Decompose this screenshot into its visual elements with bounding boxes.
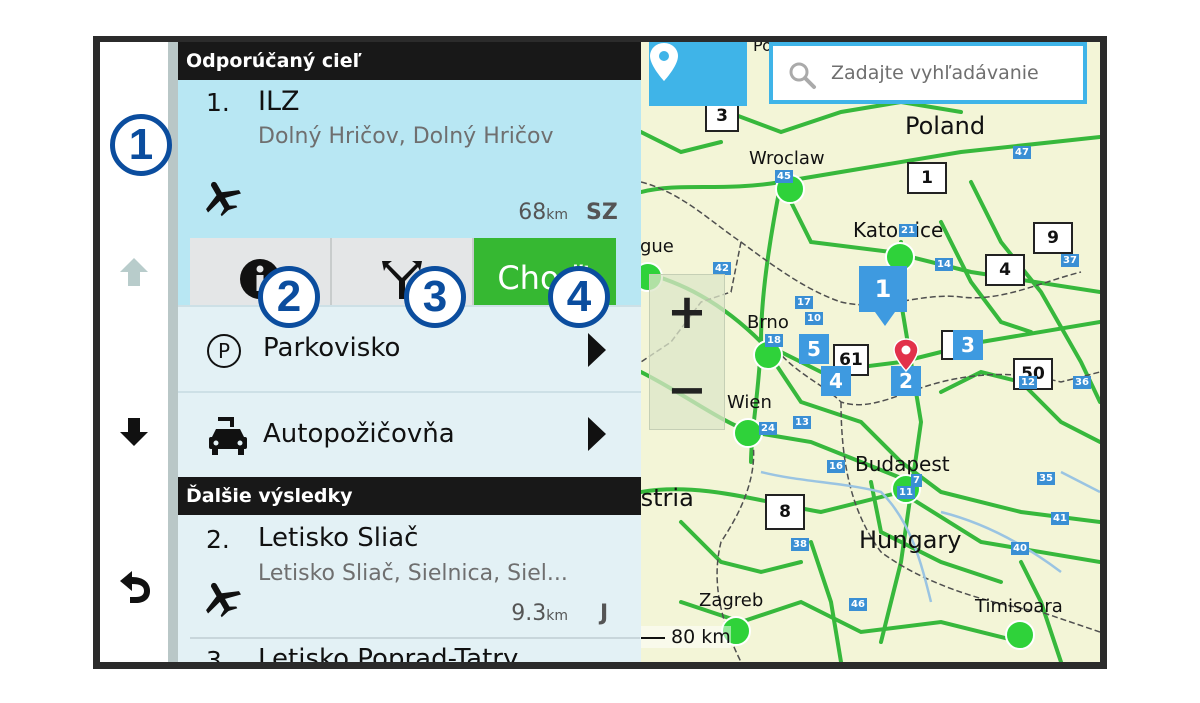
road-sign: 46: [849, 598, 867, 611]
map-label: Zagreb: [699, 590, 764, 611]
route-shield: 9: [1033, 222, 1073, 254]
chevron-right-icon: [588, 417, 606, 451]
location-marker-icon: [893, 338, 919, 372]
result-index: 1.: [206, 88, 230, 117]
road-sign: 41: [1051, 512, 1069, 525]
route-shield: 4: [985, 254, 1025, 286]
airplane-icon: [206, 181, 241, 217]
road-sign: 35: [1037, 472, 1055, 485]
list-item[interactable]: 3. Letisko Poprad-Tatry: [178, 642, 641, 662]
road-sign: 47: [1013, 146, 1031, 159]
result-pin[interactable]: 3: [953, 330, 983, 360]
svg-text:P: P: [218, 339, 230, 363]
search-input[interactable]: Zadajte vyhľadávanie: [769, 42, 1087, 104]
scroll-up-button[interactable]: [100, 242, 168, 302]
road-sign: 16: [827, 460, 845, 473]
back-button[interactable]: [100, 557, 168, 617]
route-shield: 1: [907, 162, 947, 194]
search-icon: [789, 62, 816, 89]
pin-pointer: [875, 312, 895, 326]
parking-icon: P: [207, 334, 241, 368]
callout-2: 2: [258, 266, 320, 328]
road-sign: 12: [1019, 376, 1037, 389]
result-name: ILZ: [258, 86, 300, 117]
result-index: 2.: [206, 525, 230, 554]
category-car-rental[interactable]: Autopožičovňa: [178, 391, 641, 477]
screen: Odporúčaný cieľ 1. ILZ Dolný Hričov, Dol…: [100, 42, 1100, 662]
zoom-out-button[interactable]: −: [650, 353, 724, 427]
city-dot: [1005, 620, 1035, 650]
road-sign: 14: [935, 258, 953, 271]
divider: [190, 637, 640, 639]
map-scale: 80 km: [641, 626, 731, 648]
road-sign: 11: [897, 486, 915, 499]
arrow-down-icon: [120, 418, 148, 446]
road-sign: 7: [911, 474, 922, 487]
road-sign: 13: [793, 416, 811, 429]
category-label: Autopožičovňa: [263, 419, 455, 449]
zoom-in-button[interactable]: +: [650, 275, 724, 349]
recommended-header: Odporúčaný cieľ: [178, 42, 641, 80]
result-address: Letisko Sliač, Sielnica, Siel...: [258, 561, 568, 586]
result-name: Letisko Sliač: [258, 523, 419, 553]
result-index: 3.: [206, 646, 230, 662]
result-name: Letisko Poprad-Tatry: [258, 644, 519, 662]
results-panel: Odporúčaný cieľ 1. ILZ Dolný Hričov, Dol…: [178, 42, 641, 662]
result-distance: 9.3km: [511, 601, 568, 626]
scroll-down-button[interactable]: [100, 402, 168, 462]
scale-bar: [641, 636, 665, 639]
back-arrow-icon: [120, 571, 150, 603]
road-sign: 36: [1073, 376, 1091, 389]
map-label: Wien: [727, 392, 772, 413]
route-shield: 8: [765, 494, 805, 530]
category-label: Parkovisko: [263, 333, 401, 363]
road-sign: 40: [1011, 542, 1029, 555]
road-sign: 17: [795, 296, 813, 309]
map-label: Timisoara: [975, 596, 1063, 617]
zoom-controls: + −: [649, 274, 725, 430]
road-sign: 10: [805, 312, 823, 325]
location-button[interactable]: [649, 42, 747, 106]
road-sign: 24: [759, 422, 777, 435]
result-pin[interactable]: 4: [821, 366, 851, 396]
map-label: Wroclaw: [749, 148, 825, 169]
road-sign: 45: [775, 170, 793, 183]
map-label: Austria: [641, 484, 694, 512]
map-label: Brno: [747, 312, 789, 333]
road-sign: 37: [1061, 254, 1079, 267]
result-address: Dolný Hričov, Dolný Hričov: [258, 124, 554, 149]
map-label: Prague: [641, 236, 674, 257]
map-pin-icon: [650, 43, 678, 81]
car-rental-icon: [209, 417, 247, 455]
callout-4: 4: [548, 266, 610, 328]
road-sign: 18: [765, 334, 783, 347]
map-label: Hungary: [859, 526, 962, 554]
callout-3: 3: [404, 266, 466, 328]
callout-1: 1: [110, 114, 172, 176]
road-sign: 38: [791, 538, 809, 551]
map-view[interactable]: Po Poland Wroclaw Katowice Prague Brno W…: [641, 42, 1100, 662]
result-pin[interactable]: 1: [859, 266, 907, 312]
result-distance: 68km: [518, 200, 568, 225]
result-bearing: J: [600, 601, 609, 626]
arrow-up-icon: [120, 258, 148, 286]
search-placeholder: Zadajte vyhľadávanie: [831, 62, 1039, 84]
chevron-right-icon: [588, 333, 606, 367]
result-pin[interactable]: 5: [799, 334, 829, 364]
map-label: Budapest: [855, 452, 950, 476]
airplane-icon: [206, 582, 241, 618]
list-item[interactable]: 2. Letisko Sliač Letisko Sliač, Sielnica…: [178, 517, 641, 637]
result-bearing: SZ: [586, 200, 618, 225]
road-sign: 21: [899, 224, 917, 237]
more-results-header: Ďalšie výsledky: [178, 477, 641, 515]
map-label: Poland: [905, 112, 986, 140]
